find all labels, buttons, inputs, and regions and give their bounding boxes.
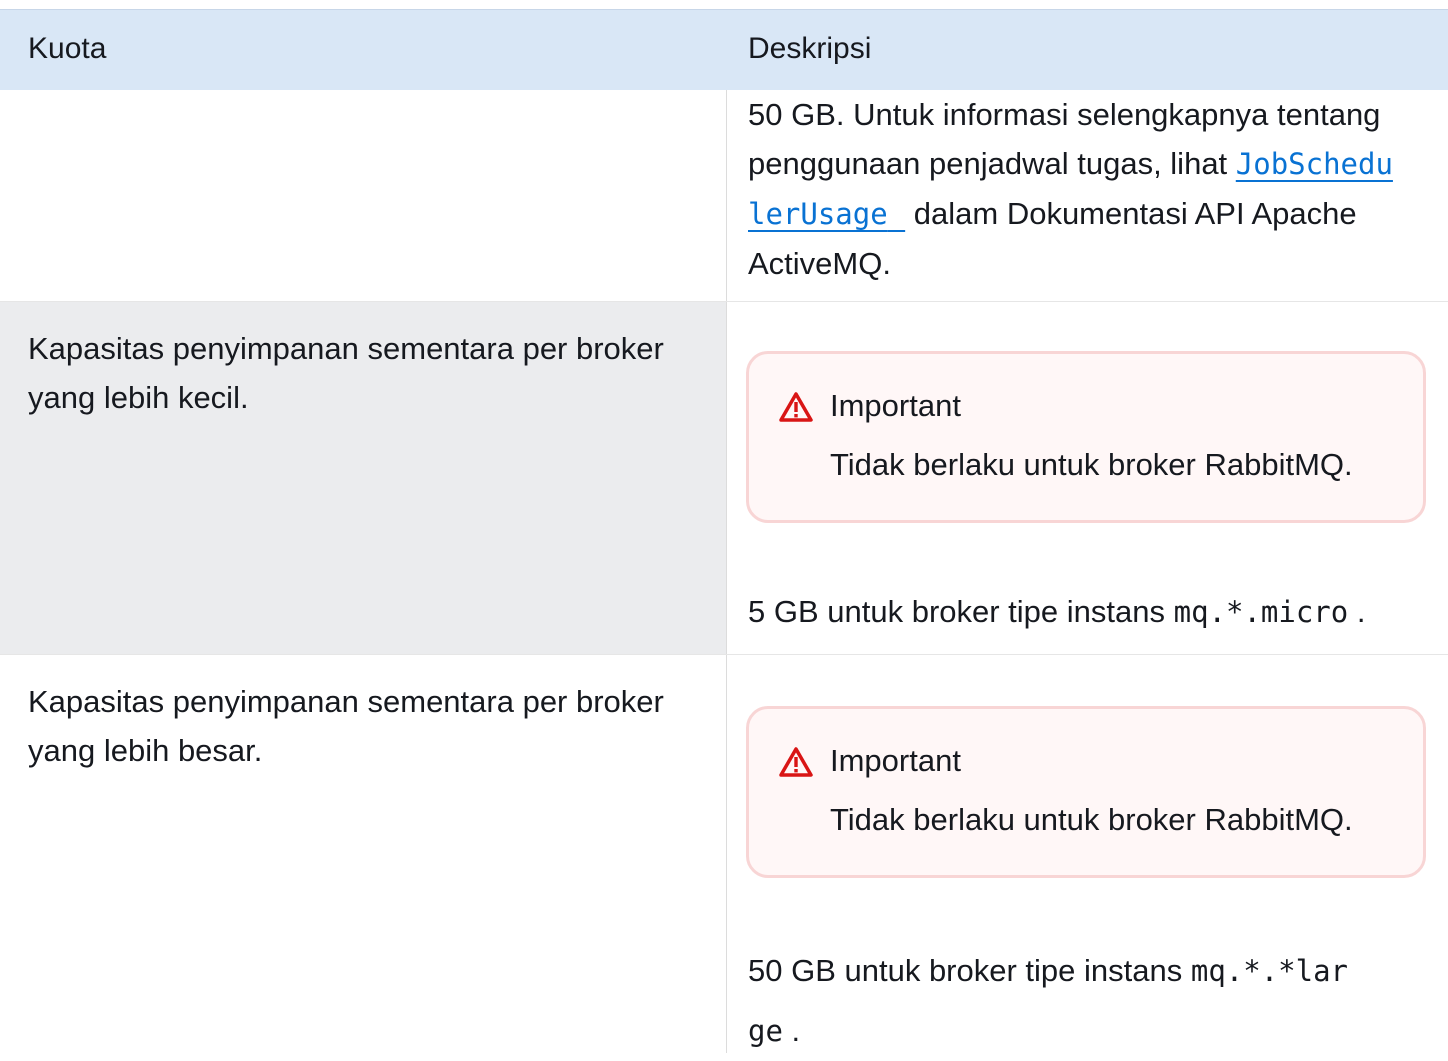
instance-type-code-part1: mq.*.*lar <box>1190 954 1348 988</box>
alert-body: Tidak berlaku untuk broker RabbitMQ. <box>830 802 1353 837</box>
table-row: Kapasitas penyimpanan sementara per brok… <box>0 654 1448 1053</box>
column-header-quota: Kuota <box>28 32 107 65</box>
description-cell: 50 GB. Untuk informasi selengkapnya tent… <box>748 90 1428 288</box>
table-row: 50 GB. Untuk informasi selengkapnya tent… <box>0 90 1448 301</box>
warning-icon <box>779 392 813 422</box>
important-alert: Important Tidak berlaku untuk broker Rab… <box>746 351 1426 523</box>
table-header: Kuota Deskripsi <box>0 9 1448 90</box>
capacity-prefix: 5 GB untuk broker tipe instans <box>748 594 1174 629</box>
table-row: Kapasitas penyimpanan sementara per brok… <box>0 301 1448 654</box>
link-text-part1: JobSchedu <box>1235 147 1393 181</box>
instance-type-code: mq.*.micro <box>1173 595 1349 629</box>
capacity-text: 5 GB untuk broker tipe instans mq.*.micr… <box>748 582 1428 642</box>
capacity-suffix: . <box>782 1013 801 1048</box>
instance-type-code-part2: ge <box>748 1014 783 1048</box>
quota-cell: Kapasitas penyimpanan sementara per brok… <box>28 684 664 768</box>
capacity-suffix: . <box>1348 594 1366 629</box>
capacity-text: 50 GB untuk broker tipe instans mq.*.*la… <box>748 941 1428 1061</box>
alert-body: Tidak berlaku untuk broker RabbitMQ. <box>830 447 1353 482</box>
alert-title: Important <box>830 743 961 778</box>
alert-title: Important <box>830 388 961 423</box>
warning-icon <box>779 747 813 777</box>
column-divider <box>726 302 727 654</box>
column-divider <box>726 90 727 301</box>
important-alert: Important Tidak berlaku untuk broker Rab… <box>746 706 1426 878</box>
link-text-part2: lerUsage <box>748 197 888 231</box>
column-header-description: Deskripsi <box>748 32 872 65</box>
quota-cell: Kapasitas penyimpanan sementara per brok… <box>28 331 664 415</box>
column-divider <box>726 655 727 1053</box>
capacity-prefix: 50 GB untuk broker tipe instans <box>748 953 1191 988</box>
quota-table: Kuota Deskripsi 50 GB. Untuk informasi s… <box>0 9 1448 1053</box>
